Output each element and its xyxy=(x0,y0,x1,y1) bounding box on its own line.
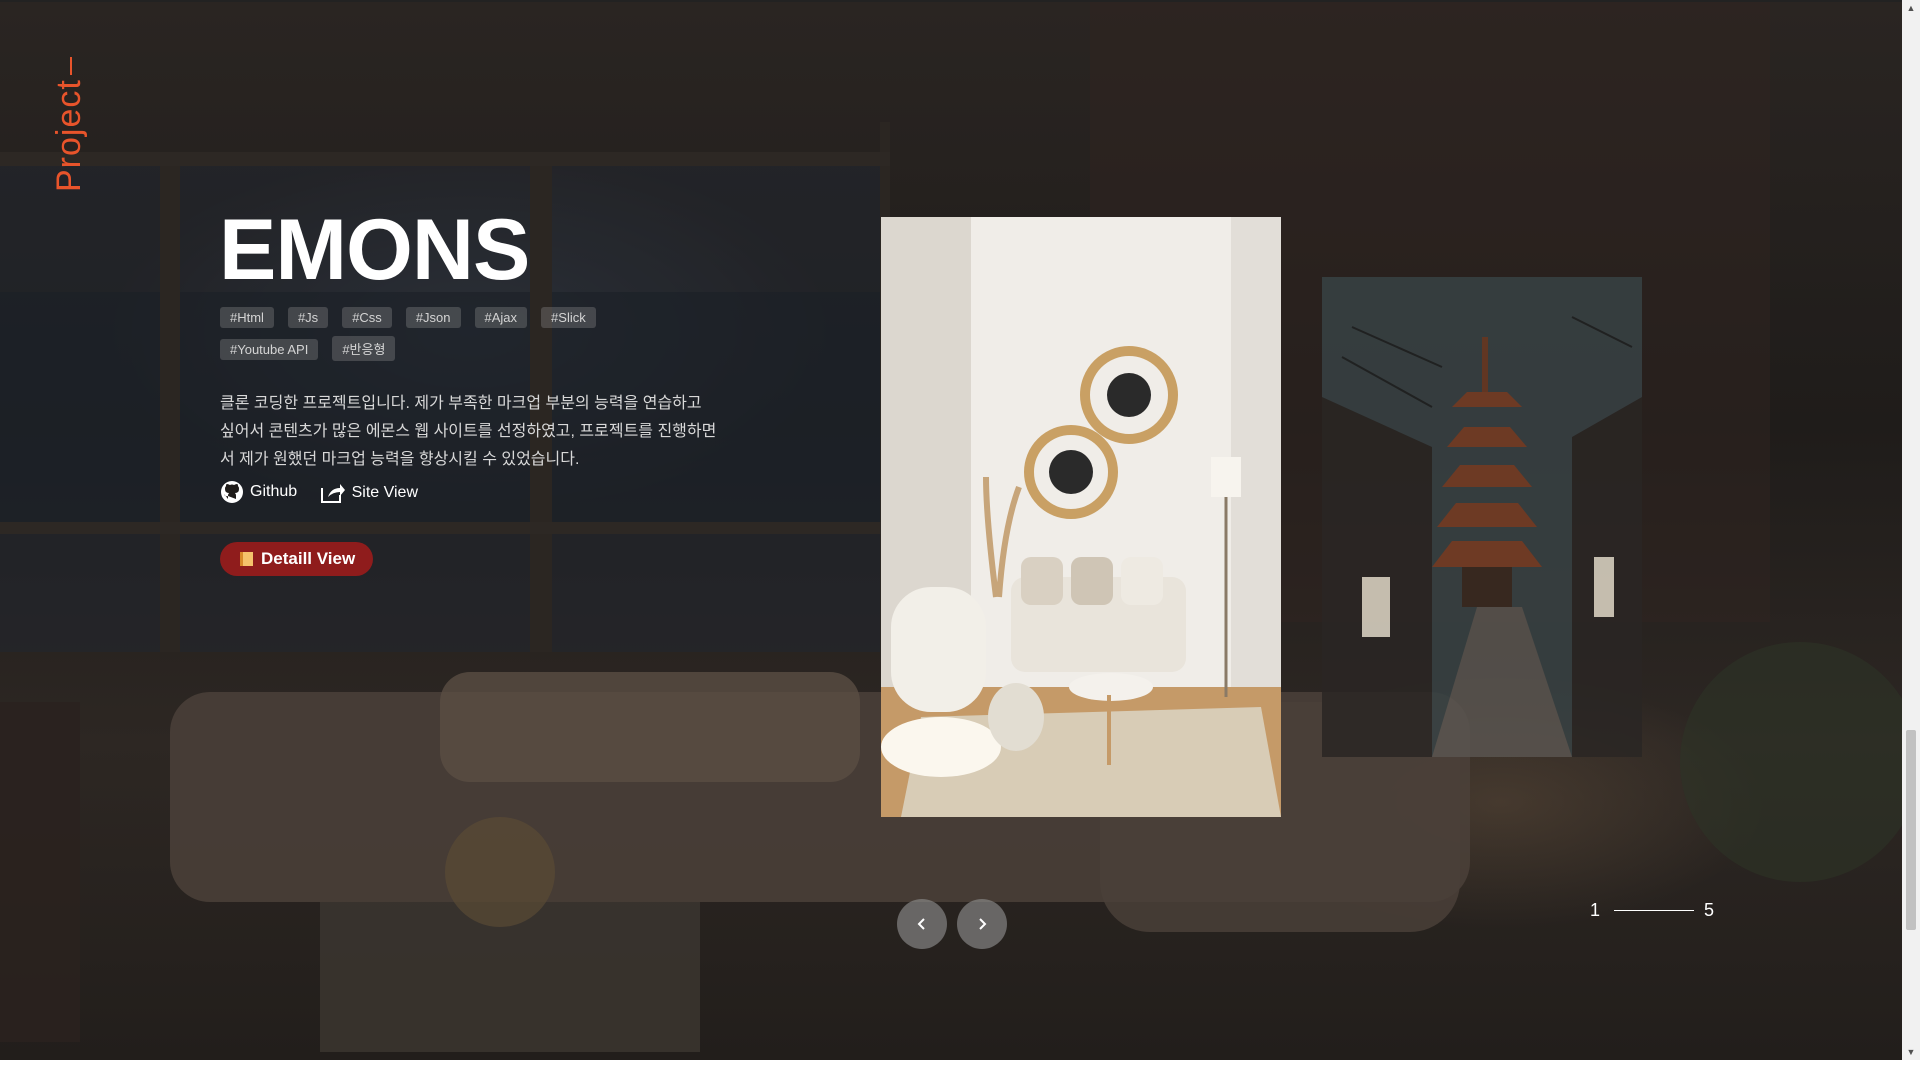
scroll-up-arrow-icon[interactable]: ▲ xyxy=(1902,0,1920,16)
next-slide-button[interactable] xyxy=(957,899,1007,949)
street-pagoda-photo xyxy=(1322,277,1642,757)
tag: #Html xyxy=(220,307,274,328)
total-slide-number: 5 xyxy=(1704,900,1715,920)
project-links: Github Site View xyxy=(220,480,436,509)
tag: #Json xyxy=(405,307,461,328)
scroll-thumb[interactable] xyxy=(1906,730,1916,930)
tag: #Ajax xyxy=(474,307,528,328)
slide-pagination: 1 5 xyxy=(1590,900,1714,921)
project-description: 클론 코딩한 프로젝트입니다. 제가 부족한 마크업 부분의 능력을 연습하고 … xyxy=(220,395,717,468)
tag: #Youtube API xyxy=(220,339,319,360)
tag: #Slick xyxy=(541,307,596,328)
detail-view-label: Detaill View xyxy=(261,549,356,568)
tag-list: #Html #Js #Css #Json #Ajax #Slick #Youtube AP… xyxy=(220,307,660,369)
pagination-line xyxy=(1614,910,1695,911)
github-link[interactable]: Github xyxy=(220,480,297,504)
scroll-down-arrow-icon[interactable]: ▼ xyxy=(1902,1044,1920,1060)
project-slide-next[interactable] xyxy=(1322,277,1642,757)
external-link-icon xyxy=(320,484,345,503)
tag: #Js xyxy=(287,307,329,328)
project-section: Project EMONS #Html #Js #Css #Json #Ajax #Sli… xyxy=(0,2,1902,1060)
window-top-border xyxy=(0,0,1920,2)
label-dash xyxy=(70,57,73,76)
tag: #Css xyxy=(342,307,392,328)
project-title: EMONS xyxy=(219,202,530,298)
github-link-label: Github xyxy=(250,483,298,500)
book-icon xyxy=(240,552,253,566)
interior-photo xyxy=(881,217,1281,817)
current-slide-number: 1 xyxy=(1590,900,1601,920)
page-scrollbar[interactable]: ▲ ▼ xyxy=(1902,0,1920,1060)
chevron-right-icon xyxy=(979,918,987,930)
tag: #반응형 xyxy=(332,336,396,361)
github-icon xyxy=(221,481,243,503)
prev-slide-button[interactable] xyxy=(897,899,947,949)
site-view-link[interactable]: Site View xyxy=(320,482,418,504)
chevron-left-icon xyxy=(917,918,925,930)
section-label: Project xyxy=(50,57,89,192)
project-slide-active[interactable] xyxy=(881,217,1281,817)
page-bottom xyxy=(0,1060,1920,1090)
site-view-link-label: Site View xyxy=(351,484,418,501)
detail-view-button[interactable]: Detaill View xyxy=(220,542,374,576)
section-label-text: Project xyxy=(50,79,88,192)
